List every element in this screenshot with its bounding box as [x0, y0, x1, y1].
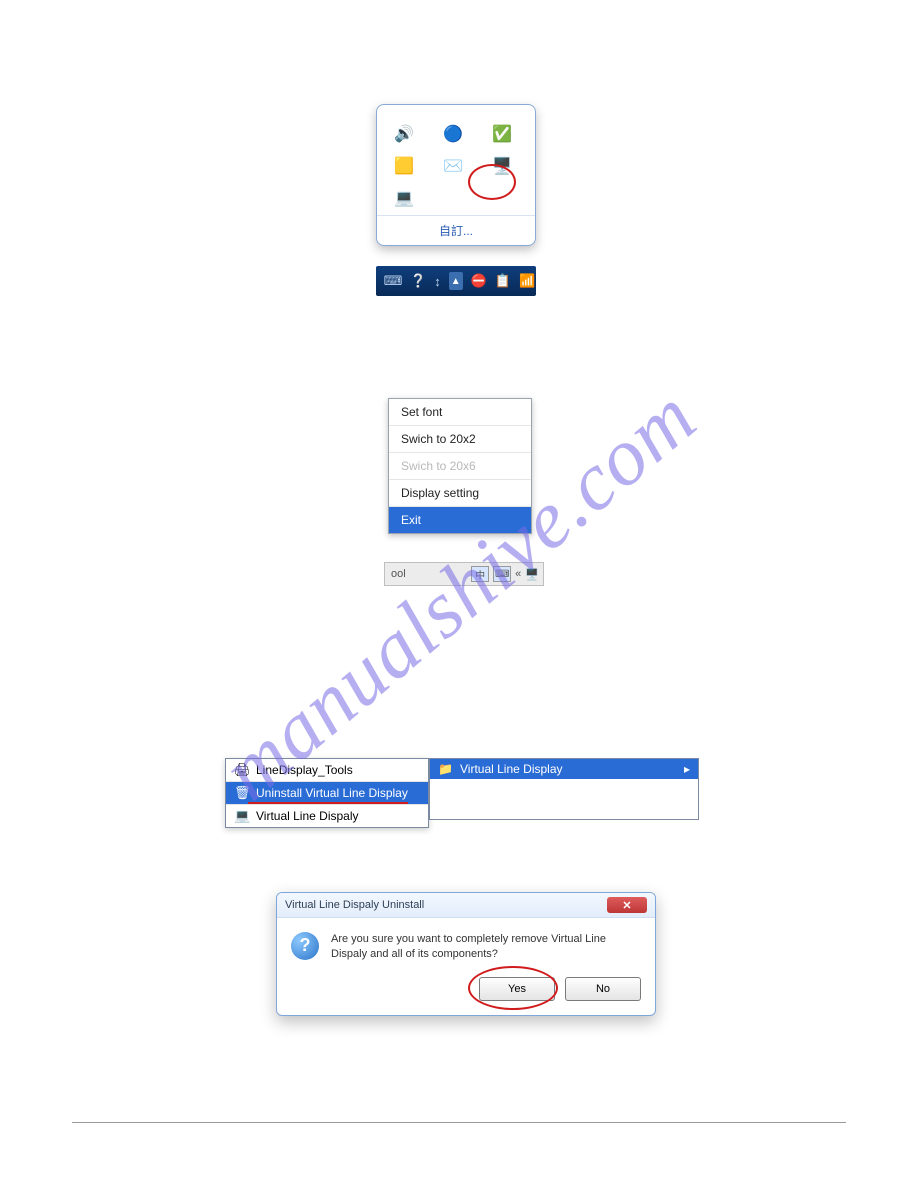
- start-menu-program-list: 🖨 LineDisplay_Tools 🗑 Uninstall Virtual …: [225, 758, 429, 828]
- uninstall-icon: 🗑: [234, 785, 250, 801]
- yes-button[interactable]: Yes: [479, 977, 555, 1001]
- keyboard-icon[interactable]: ⌨: [384, 272, 402, 290]
- menu-item-switch-20x6: Swich to 20x6: [389, 452, 531, 479]
- app-mini-icon[interactable]: 🖥️: [525, 568, 539, 581]
- systray-icon-grid: 🔊 🔵 ✅ 🟨 ✉️ 🖥️ 💻: [377, 105, 535, 215]
- question-icon: ?: [291, 932, 319, 960]
- menu-item-set-font[interactable]: Set font: [389, 399, 531, 425]
- start-item-virtual-line-display[interactable]: 💻 Virtual Line Dispaly: [226, 804, 428, 827]
- start-folder-virtual-line-display[interactable]: 📁 Virtual Line Display ▸: [430, 759, 698, 779]
- keyboard-mini-icon[interactable]: ⌨: [493, 566, 511, 582]
- context-menu: Set font Swich to 20x2 Swich to 20x6 Dis…: [388, 398, 532, 534]
- volume-icon[interactable]: 🔊: [393, 123, 415, 145]
- shield-green-icon[interactable]: ✅: [491, 123, 513, 145]
- systray-customize-link[interactable]: 自訂...: [377, 215, 535, 245]
- dialog-button-row: Yes No: [277, 969, 655, 1015]
- no-button[interactable]: No: [565, 977, 641, 1001]
- dialog-message: Are you sure you want to completely remo…: [331, 932, 641, 963]
- dialog-body: ? Are you sure you want to completely re…: [277, 918, 655, 969]
- start-folder-label: Virtual Line Display: [460, 762, 563, 776]
- language-bar-text: ool: [391, 568, 406, 580]
- monitor-icon: 💻: [234, 808, 250, 824]
- systray-popup-figure: 🔊 🔵 ✅ 🟨 ✉️ 🖥️ 💻 自訂... ⌨ ❔ ↕ ▲ ⛔ 📋 📶: [376, 104, 536, 296]
- start-item-label: LineDisplay_Tools: [256, 763, 353, 777]
- menu-item-switch-20x2[interactable]: Swich to 20x2: [389, 425, 531, 452]
- clipboard-icon[interactable]: 📋: [495, 272, 511, 290]
- taskbar: ⌨ ❔ ↕ ▲ ⛔ 📋 📶: [376, 266, 536, 296]
- help-icon[interactable]: ❔: [410, 272, 426, 290]
- globe-icon[interactable]: 🔵: [442, 123, 464, 145]
- dialog-titlebar: Virtual Line Dispaly Uninstall ✕: [277, 893, 655, 918]
- printer-icon: 🖨: [234, 762, 250, 778]
- submenu-arrow-icon: ▸: [684, 762, 690, 776]
- document-page: manualshive.com 🔊 🔵 ✅ 🟨 ✉️ 🖥️ 💻 自訂... ⌨ …: [0, 0, 918, 1188]
- signal-icon[interactable]: 📶: [519, 272, 535, 290]
- start-menu-folder-flyout: 📁 Virtual Line Display ▸: [429, 758, 699, 820]
- start-item-label: Uninstall Virtual Line Display: [256, 786, 408, 800]
- arrow-up-icon[interactable]: ▲: [449, 272, 463, 290]
- language-bar: ool 中 ⌨ « 🖥️: [384, 562, 544, 586]
- footer-rule: [72, 1122, 846, 1123]
- start-folder-body: [430, 779, 698, 819]
- menu-item-exit[interactable]: Exit: [389, 506, 531, 533]
- dialog-title: Virtual Line Dispaly Uninstall: [285, 899, 424, 911]
- chevron-left-icon[interactable]: «: [515, 568, 521, 580]
- menu-item-display-setting[interactable]: Display setting: [389, 479, 531, 506]
- systray-popup: 🔊 🔵 ✅ 🟨 ✉️ 🖥️ 💻 自訂...: [376, 104, 536, 246]
- start-item-uninstall-vld[interactable]: 🗑 Uninstall Virtual Line Display: [226, 781, 428, 804]
- folder-icon: 📁: [438, 762, 454, 776]
- ime-icon[interactable]: 中: [471, 566, 489, 582]
- start-item-linedisplay-tools[interactable]: 🖨 LineDisplay_Tools: [226, 759, 428, 781]
- sync-icon[interactable]: ↕: [434, 272, 441, 290]
- outlook-icon[interactable]: 🟨: [393, 155, 415, 177]
- mail-icon[interactable]: ✉️: [442, 155, 464, 177]
- start-item-label: Virtual Line Dispaly: [256, 809, 359, 823]
- monitor-icon[interactable]: 💻: [393, 187, 415, 209]
- uninstall-confirm-dialog: Virtual Line Dispaly Uninstall ✕ ? Are y…: [276, 892, 656, 1016]
- virtual-line-display-icon[interactable]: 🖥️: [491, 155, 513, 177]
- blocked-icon[interactable]: ⛔: [471, 272, 487, 290]
- close-button[interactable]: ✕: [607, 897, 647, 913]
